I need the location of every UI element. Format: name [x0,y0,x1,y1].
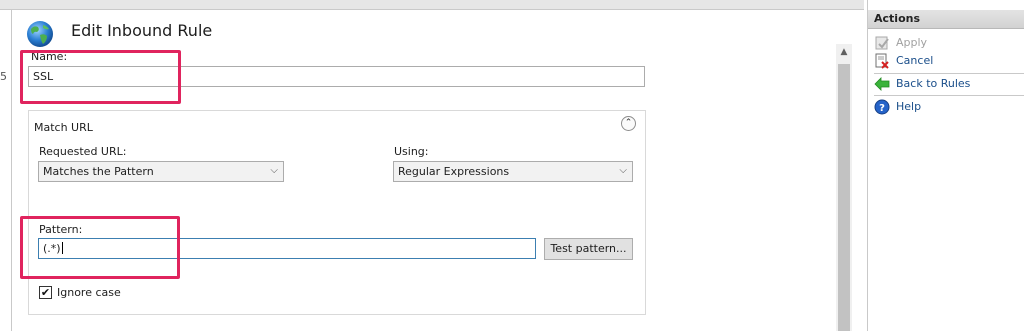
cancel-icon [875,53,889,69]
left-pane-cut-text: 5 [0,70,7,83]
apply-icon [875,36,889,50]
page-title: Edit Inbound Rule [71,21,213,40]
globe-icon [27,21,53,47]
left-pane-edge: 5 [0,0,12,331]
requested-url-value: Matches the Pattern [43,165,154,178]
main-header-strip [12,0,864,10]
match-url-group: Match URL ⌃ Requested URL: Matches the P… [28,110,646,315]
using-select[interactable]: Regular Expressions ⌵ [393,161,633,182]
name-highlight-box [20,50,181,104]
actions-divider [874,73,1024,74]
help-icon: ? [874,99,890,115]
ignore-case-checkbox[interactable]: ✔ [39,286,52,299]
chevron-down-icon: ⌵ [619,165,627,176]
back-to-rules-label: Back to Rules [896,77,971,90]
edit-rule-panel: Edit Inbound Rule Name: SSL Match URL ⌃ … [13,11,836,331]
back-arrow-icon [874,77,890,91]
scroll-up-arrow-icon[interactable]: ▲ [836,44,852,60]
actions-pane: Actions Apply Cancel Back to Rules ? Hel… [867,0,1024,331]
chevron-down-icon: ⌵ [270,165,278,176]
requested-url-label: Requested URL: [39,145,127,158]
svg-text:?: ? [879,103,885,114]
actions-header: Actions [868,10,1024,29]
pattern-highlight-box [20,216,180,279]
scroll-thumb[interactable] [838,64,850,331]
help-label: Help [896,100,922,113]
test-pattern-button[interactable]: Test pattern... [544,238,633,260]
collapse-chevron-icon[interactable]: ⌃ [621,116,636,131]
left-pane-header [0,0,12,10]
ignore-case-label: Ignore case [57,286,121,299]
match-url-header: Match URL [34,121,93,134]
using-value: Regular Expressions [398,165,510,178]
actions-divider [874,95,1024,96]
requested-url-select[interactable]: Matches the Pattern ⌵ [38,161,284,182]
cancel-label: Cancel [896,54,934,67]
apply-label: Apply [896,36,928,49]
vertical-scrollbar[interactable]: ▲ [836,44,852,331]
using-label: Using: [394,145,429,158]
